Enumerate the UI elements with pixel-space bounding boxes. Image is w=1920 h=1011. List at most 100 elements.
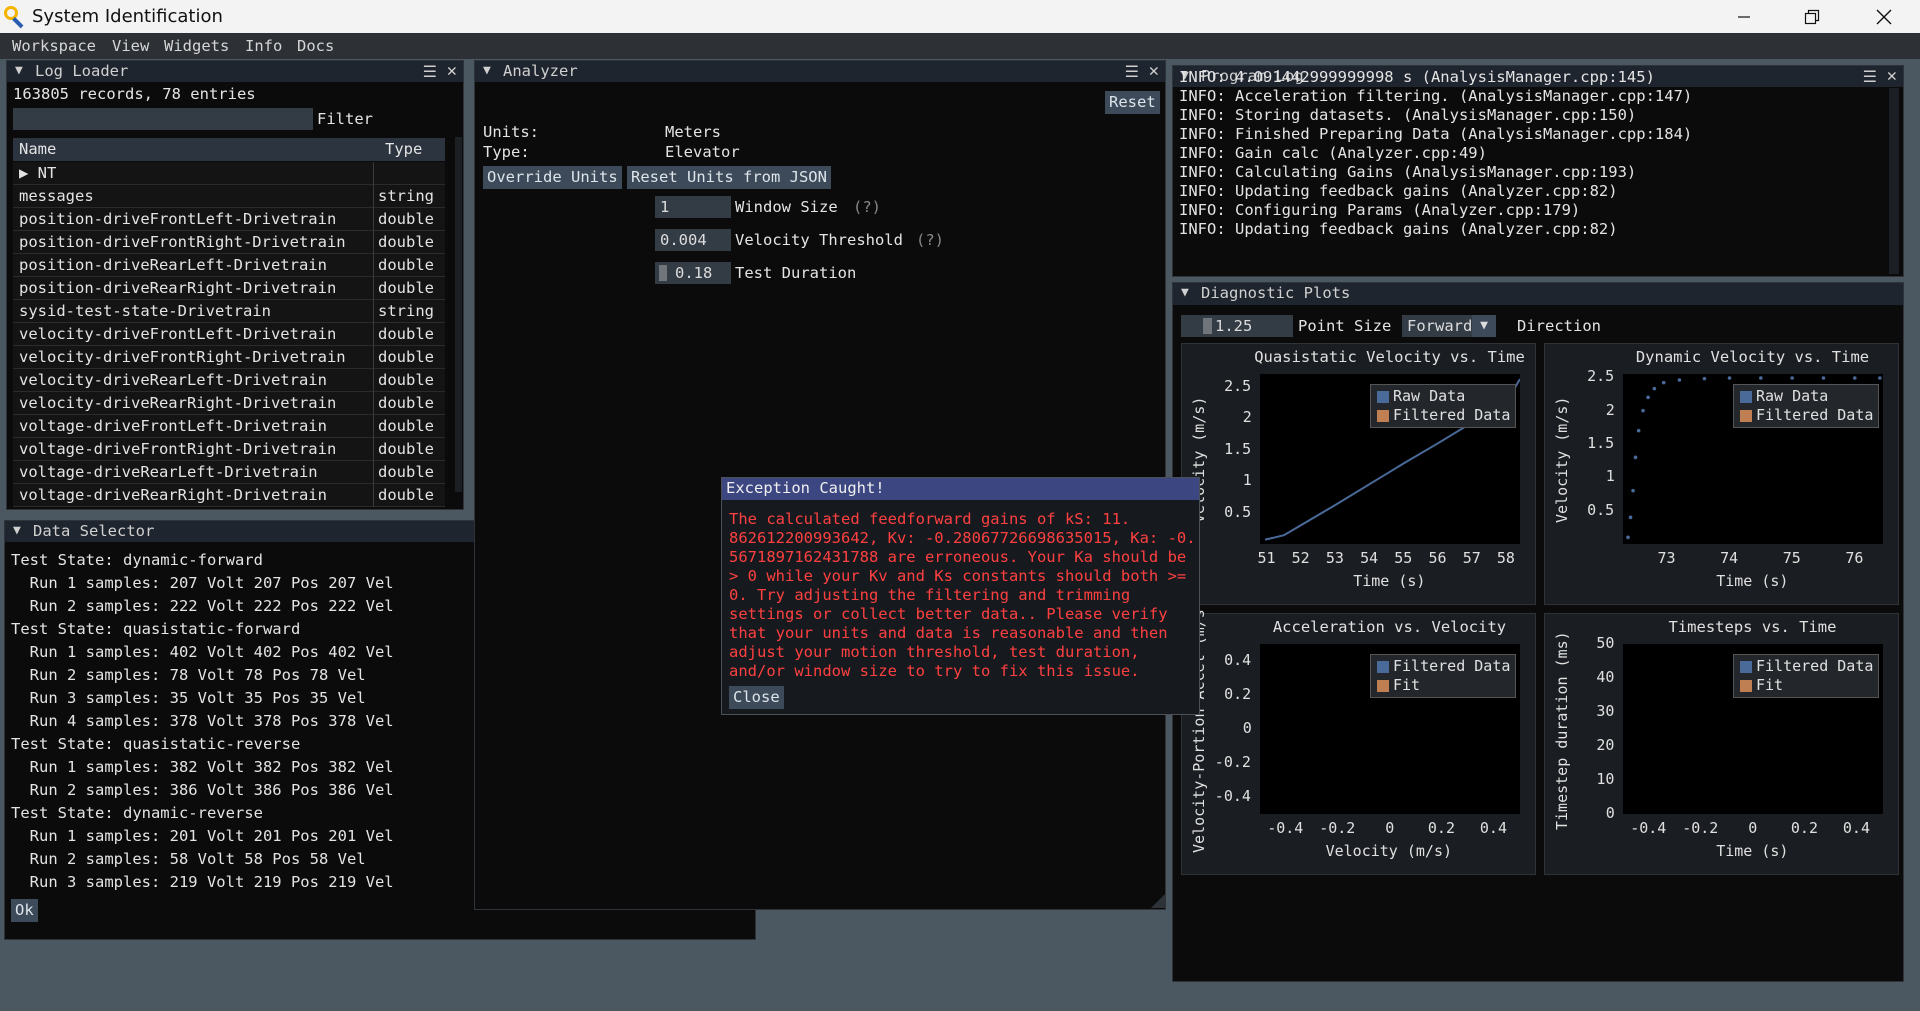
reset-button[interactable]: Reset [1105, 91, 1160, 114]
entry-type: double [378, 440, 434, 458]
collapse-arrow-icon[interactable]: ▼ [483, 63, 491, 78]
override-units-button[interactable]: Override Units [483, 166, 622, 189]
table-row[interactable]: position-driveRearRight-Drivetrain double [13, 277, 445, 300]
reset-units-button[interactable]: Reset Units from JSON [627, 166, 831, 189]
table-row[interactable]: position-driveRearLeft-Drivetrain double [13, 254, 445, 277]
menu-workspace[interactable]: Workspace [12, 37, 96, 55]
legend-entry[interactable]: Filtered Data [1734, 657, 1878, 676]
legend-entry[interactable]: Raw Data [1371, 387, 1515, 406]
table-row[interactable]: velocity-driveRearLeft-Drivetrain double [13, 369, 445, 392]
run-item[interactable]: Run 2 samples: 58 Volt 58 Pos 58 Vel [11, 850, 366, 868]
run-item[interactable]: Run 4 samples: 378 Volt 378 Pos 378 Vel [11, 712, 394, 730]
panel-menu-icon[interactable]: ☰ [423, 62, 437, 81]
table-row[interactable]: velocity-driveFrontRight-Drivetrain doubl… [13, 346, 445, 369]
run-item[interactable]: Run 1 samples: 382 Volt 382 Pos 382 Vel [11, 758, 394, 776]
close-dialog-button[interactable]: Close [729, 686, 784, 709]
legend-entry[interactable]: Raw Data [1734, 387, 1878, 406]
table-row[interactable]: position-driveFrontLeft-Drivetrain double [13, 208, 445, 231]
panel-menu-icon[interactable]: ☰ [1863, 67, 1877, 86]
collapse-arrow-icon[interactable]: ▼ [13, 523, 21, 538]
table-row[interactable]: velocity-driveRearRight-Drivetrain double [13, 392, 445, 415]
x-tick-label: 0.2 [1790, 819, 1818, 837]
point-size-slider[interactable]: 1.25 [1181, 315, 1293, 337]
filter-input[interactable] [13, 108, 313, 130]
diagnostic-plot[interactable]: Dynamic Velocity vs. Time 73 74 75 76 0.5 1 1.5… [1544, 343, 1899, 605]
collapse-arrow-icon[interactable]: ▼ [1181, 285, 1189, 300]
window-size-input[interactable]: 1 [655, 196, 731, 218]
data-point [1727, 376, 1732, 380]
table-row[interactable]: ▶ NT [13, 162, 445, 185]
log-line: INFO: Updating feedback gains (Analyzer.… [1179, 220, 1618, 238]
entry-name: voltage-driveFrontRight-Drivetrain [19, 440, 337, 458]
data-point [1702, 376, 1707, 381]
data-point [1636, 428, 1641, 433]
log-loader-panel: ▼ Log Loader ☰ ✕ 163805 records, 78 entr… [6, 60, 464, 510]
run-item[interactable]: Run 2 samples: 222 Volt 222 Pos 222 Vel [11, 597, 394, 615]
table-row[interactable]: position-driveFrontRight-Drivetrain doubl… [13, 231, 445, 254]
plot-legend[interactable]: Raw Data Filtered Data [1733, 384, 1879, 428]
legend-entry[interactable]: Fit [1371, 676, 1515, 695]
velocity-threshold-help[interactable]: (?) [916, 231, 944, 249]
slider-grab[interactable] [659, 265, 667, 281]
diagnostic-plot[interactable]: Quasistatic Velocity vs. Time 51 52 53 54 55 5… [1181, 343, 1536, 605]
run-item[interactable]: Run 3 samples: 35 Volt 35 Pos 35 Vel [11, 689, 366, 707]
analyzer-header[interactable]: ▼ Analyzer ☰ ✕ [475, 61, 1165, 82]
legend-entry[interactable]: Filtered Data [1371, 406, 1515, 425]
run-item[interactable]: Run 1 samples: 402 Volt 402 Pos 402 Vel [11, 643, 394, 661]
legend-entry[interactable]: Filtered Data [1734, 406, 1878, 425]
run-item[interactable]: Run 2 samples: 78 Volt 78 Pos 78 Vel [11, 666, 366, 684]
table-row[interactable]: voltage-driveRearRight-Drivetrain double [13, 484, 445, 507]
panel-menu-icon[interactable]: ☰ [1125, 62, 1139, 81]
menu-docs[interactable]: Docs [297, 37, 334, 55]
chevron-down-icon[interactable]: ▼ [1472, 315, 1496, 337]
plot-legend[interactable]: Filtered Data Fit [1370, 654, 1516, 698]
velocity-threshold-input[interactable]: 0.004 [655, 229, 731, 251]
direction-select[interactable]: Forward ▼ [1402, 315, 1496, 337]
scrollbar[interactable] [455, 137, 462, 492]
diagnostic-plot[interactable]: Timesteps vs. Time -0.4 -0.2 0 0.2 0.4 50 40 30 2… [1544, 613, 1899, 875]
run-item[interactable]: Run 2 samples: 386 Volt 386 Pos 386 Vel [11, 781, 394, 799]
entry-type: string [378, 187, 434, 205]
close-window-button[interactable] [1856, 0, 1912, 33]
close-icon[interactable]: ✕ [1149, 61, 1159, 81]
x-tick-label: 57 [1462, 549, 1481, 567]
table-row[interactable]: voltage-driveRearLeft-Drivetrain double [13, 461, 445, 484]
table-row[interactable]: velocity-driveFrontLeft-Drivetrain double [13, 323, 445, 346]
menu-view[interactable]: View [112, 37, 149, 55]
close-icon[interactable]: ✕ [447, 61, 457, 81]
column-type[interactable]: Type [385, 140, 422, 158]
plot-legend[interactable]: Raw Data Filtered Data [1370, 384, 1516, 428]
plot-legend[interactable]: Filtered Data Fit [1733, 654, 1879, 698]
run-item[interactable]: Run 3 samples: 219 Volt 219 Pos 219 Vel [11, 873, 394, 891]
column-name[interactable]: Name [19, 140, 56, 158]
table-row[interactable]: voltage-driveFrontLeft-Drivetrain double [13, 415, 445, 438]
y-tick-label: 1 [1605, 467, 1615, 486]
menu-widgets[interactable]: Widgets [164, 37, 229, 55]
diagnostic-plot[interactable]: Acceleration vs. Velocity -0.4 -0.2 0 0.2 0.4… [1181, 609, 1536, 875]
collapse-arrow-icon[interactable]: ▼ [15, 63, 23, 78]
scrollbar[interactable] [1889, 88, 1899, 274]
window-size-help[interactable]: (?) [853, 198, 881, 216]
resize-grip[interactable] [1151, 894, 1165, 908]
diagnostic-plots-header[interactable]: ▼ Diagnostic Plots [1173, 283, 1903, 305]
dialog-title-bar[interactable]: Exception Caught! [722, 478, 1199, 500]
run-item[interactable]: Run 1 samples: 207 Volt 207 Pos 207 Vel [11, 574, 394, 592]
menu-info[interactable]: Info [245, 37, 282, 55]
restore-button[interactable] [1784, 0, 1840, 33]
run-item[interactable]: Run 1 samples: 201 Volt 201 Pos 201 Vel [11, 827, 394, 845]
ok-button[interactable]: Ok [11, 899, 38, 922]
test-duration-label: Test Duration [735, 264, 857, 282]
test-duration-slider[interactable]: 0.18 [655, 262, 731, 284]
table-row[interactable]: messages string [13, 185, 445, 208]
column-divider [373, 438, 374, 461]
table-row[interactable]: sysid-test-state-Drivetrain string [13, 300, 445, 323]
table-row[interactable]: voltage-driveFrontRight-Drivetrain double [13, 438, 445, 461]
minimize-button[interactable] [1716, 0, 1772, 33]
log-loader-header[interactable]: ▼ Log Loader ☰ ✕ [7, 61, 463, 82]
slider-grab[interactable] [1203, 318, 1212, 334]
data-point [1633, 455, 1638, 460]
column-divider [373, 415, 374, 438]
close-icon[interactable]: ✕ [1887, 66, 1897, 86]
legend-entry[interactable]: Fit [1734, 676, 1878, 695]
legend-entry[interactable]: Filtered Data [1371, 657, 1515, 676]
